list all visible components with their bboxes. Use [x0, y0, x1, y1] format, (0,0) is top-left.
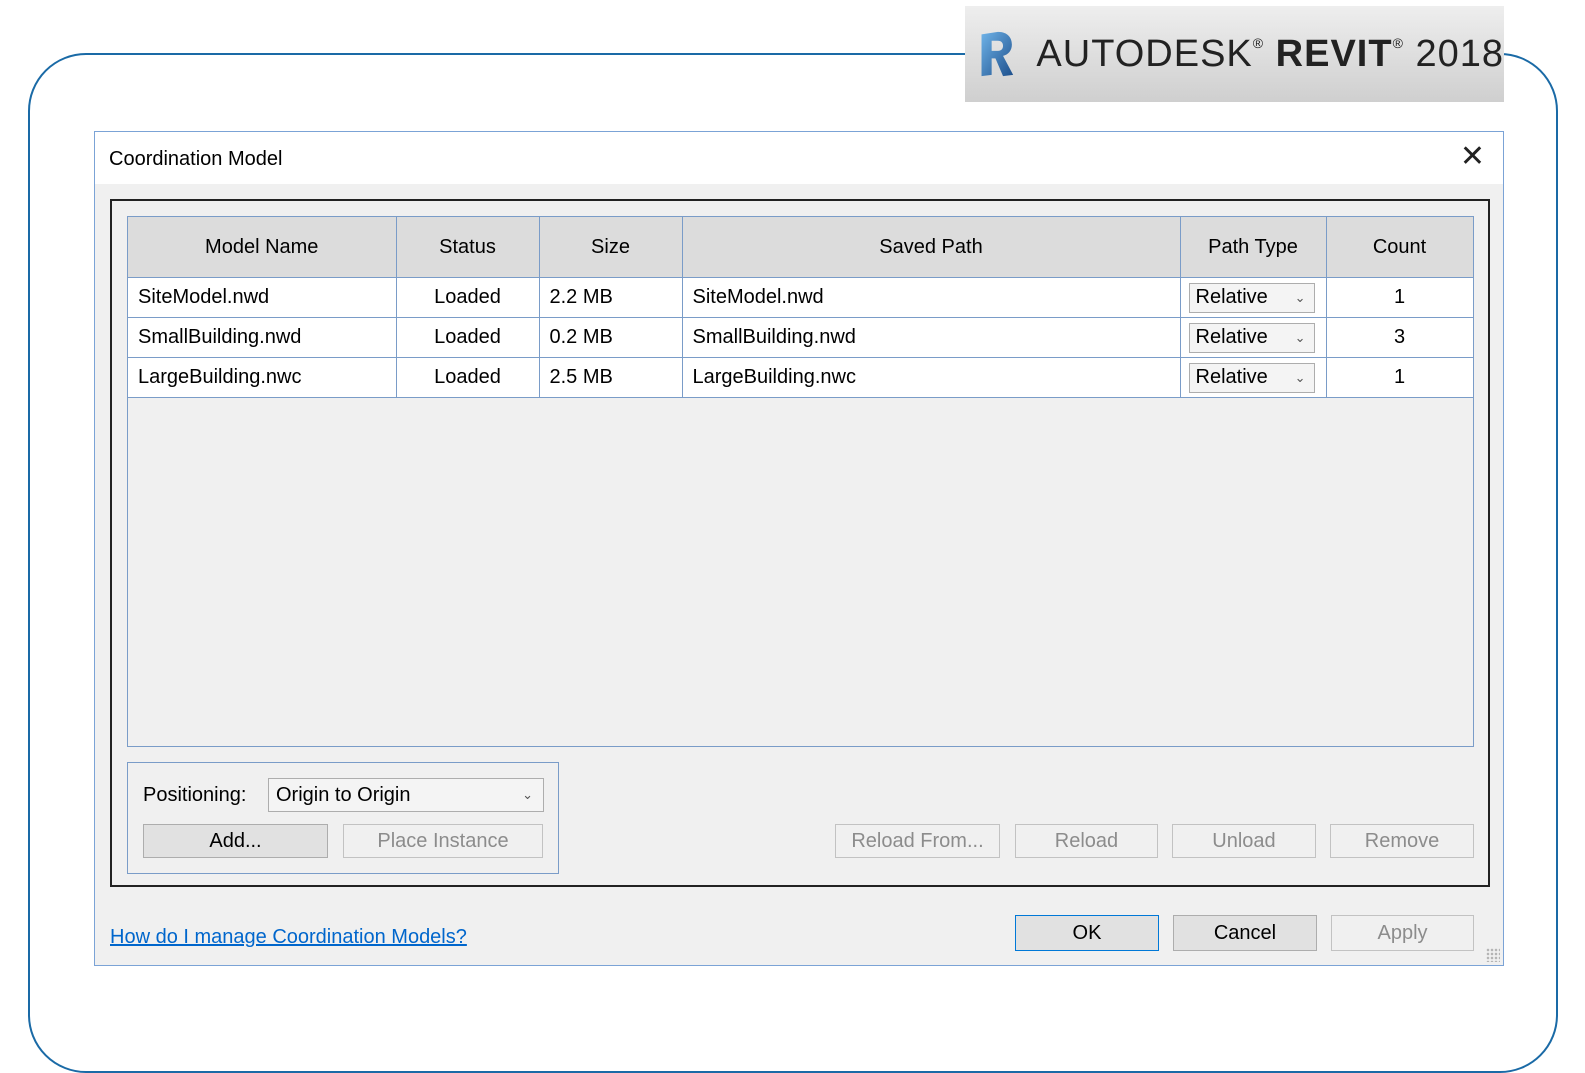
- path-type-cell: Relative ⌄: [1179, 277, 1327, 318]
- count-cell: 1: [1325, 277, 1474, 318]
- brand-name: AUTODESK® REVIT® 2018: [1036, 32, 1504, 75]
- table-row[interactable]: LargeBuilding.nwc Loaded 2.5 MB LargeBui…: [128, 357, 1474, 398]
- status-cell: Loaded: [395, 277, 540, 318]
- place-instance-button[interactable]: Place Instance: [343, 824, 543, 858]
- chevron-down-icon: ⌄: [522, 787, 533, 802]
- column-header-model-name[interactable]: Model Name: [128, 217, 397, 278]
- path-type-cell: Relative ⌄: [1179, 317, 1327, 358]
- path-type-value: Relative: [1195, 366, 1268, 388]
- dialog-title: Coordination Model: [109, 148, 283, 170]
- path-type-dropdown[interactable]: Relative ⌄: [1188, 282, 1315, 313]
- chevron-down-icon: ⌄: [1294, 369, 1306, 385]
- model-name-cell[interactable]: SiteModel.nwd: [128, 277, 397, 318]
- cancel-button[interactable]: Cancel: [1173, 915, 1317, 951]
- column-header-count[interactable]: Count: [1325, 217, 1474, 278]
- table-header-row: Model Name Status Size Saved Path Path T…: [128, 217, 1474, 278]
- help-link[interactable]: How do I manage Coordination Models?: [110, 926, 467, 949]
- positioning-dropdown[interactable]: Origin to Origin ⌄: [268, 778, 544, 812]
- column-header-saved-path[interactable]: Saved Path: [681, 217, 1181, 278]
- positioning-label: Positioning:: [143, 784, 247, 806]
- positioning-group: Positioning: Origin to Origin ⌄ Add... P…: [127, 762, 559, 874]
- column-header-path-type[interactable]: Path Type: [1179, 217, 1327, 278]
- status-cell: Loaded: [395, 357, 540, 398]
- chevron-down-icon: ⌄: [1294, 329, 1306, 345]
- path-type-dropdown[interactable]: Relative ⌄: [1188, 362, 1315, 393]
- size-cell: 0.2 MB: [538, 317, 683, 358]
- path-type-dropdown[interactable]: Relative ⌄: [1188, 322, 1315, 353]
- models-grid: Model Name Status Size Saved Path Path T…: [127, 216, 1474, 747]
- coordination-model-dialog: Coordination Model ✕ Model Name Status S…: [94, 131, 1504, 966]
- chevron-down-icon: ⌄: [1294, 289, 1306, 305]
- saved-path-cell: SmallBuilding.nwd: [681, 317, 1181, 358]
- size-cell: 2.5 MB: [538, 357, 683, 398]
- path-type-value: Relative: [1195, 286, 1268, 308]
- reload-button[interactable]: Reload: [1015, 824, 1158, 858]
- add-button[interactable]: Add...: [143, 824, 328, 858]
- revit-brand-banner: AUTODESK® REVIT® 2018: [965, 6, 1504, 102]
- dialog-titlebar: Coordination Model ✕: [95, 132, 1503, 184]
- model-name-cell[interactable]: SmallBuilding.nwd: [128, 317, 397, 358]
- apply-button[interactable]: Apply: [1331, 915, 1474, 951]
- column-header-size[interactable]: Size: [538, 217, 683, 278]
- revit-logo-icon: [981, 31, 1014, 77]
- resize-grip-icon[interactable]: [1486, 948, 1500, 962]
- count-cell: 3: [1325, 317, 1474, 358]
- reload-from-button[interactable]: Reload From...: [835, 824, 1000, 858]
- model-name-cell[interactable]: LargeBuilding.nwc: [128, 357, 397, 398]
- count-cell: 1: [1325, 357, 1474, 398]
- models-group: Model Name Status Size Saved Path Path T…: [110, 199, 1490, 887]
- remove-button[interactable]: Remove: [1330, 824, 1474, 858]
- table-row[interactable]: SmallBuilding.nwd Loaded 0.2 MB SmallBui…: [128, 317, 1474, 358]
- models-table: Model Name Status Size Saved Path Path T…: [128, 217, 1474, 398]
- path-type-cell: Relative ⌄: [1179, 357, 1327, 398]
- column-header-status[interactable]: Status: [395, 217, 540, 278]
- saved-path-cell: SiteModel.nwd: [681, 277, 1181, 318]
- close-icon[interactable]: ✕: [1460, 142, 1485, 172]
- size-cell: 2.2 MB: [538, 277, 683, 318]
- path-type-value: Relative: [1195, 326, 1268, 348]
- table-row[interactable]: SiteModel.nwd Loaded 2.2 MB SiteModel.nw…: [128, 277, 1474, 318]
- positioning-value: Origin to Origin: [276, 783, 411, 806]
- saved-path-cell: LargeBuilding.nwc: [681, 357, 1181, 398]
- unload-button[interactable]: Unload: [1172, 824, 1316, 858]
- ok-button[interactable]: OK: [1015, 915, 1159, 951]
- status-cell: Loaded: [395, 317, 540, 358]
